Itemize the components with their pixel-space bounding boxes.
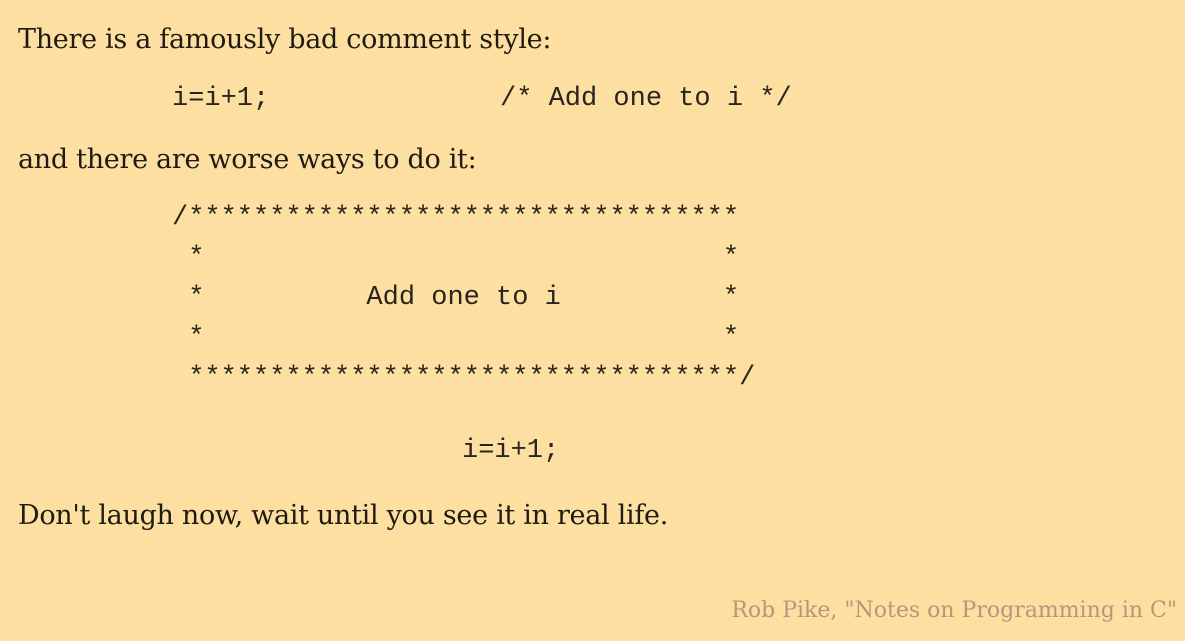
code-statement-1: i=i+1;	[172, 84, 270, 114]
comment-block-line: /**********************************	[172, 203, 740, 233]
transition-text: and there are worse ways to do it:	[18, 144, 477, 175]
attribution: Rob Pike, "Notes on Programming in C"	[731, 598, 1177, 623]
comment-block-line: * Add one to i *	[172, 283, 740, 313]
comment-block: /********************************** * * …	[172, 198, 755, 398]
closing-text: Don't laugh now, wait until you see it i…	[18, 500, 668, 531]
comment-block-line: * *	[172, 243, 740, 273]
comment-block-line: * *	[172, 323, 740, 353]
code-statement-2: i=i+1;	[462, 436, 560, 466]
intro-text: There is a famously bad comment style:	[18, 24, 552, 55]
comment-block-line: **********************************/	[172, 363, 756, 393]
inline-comment: /* Add one to i */	[500, 84, 792, 114]
